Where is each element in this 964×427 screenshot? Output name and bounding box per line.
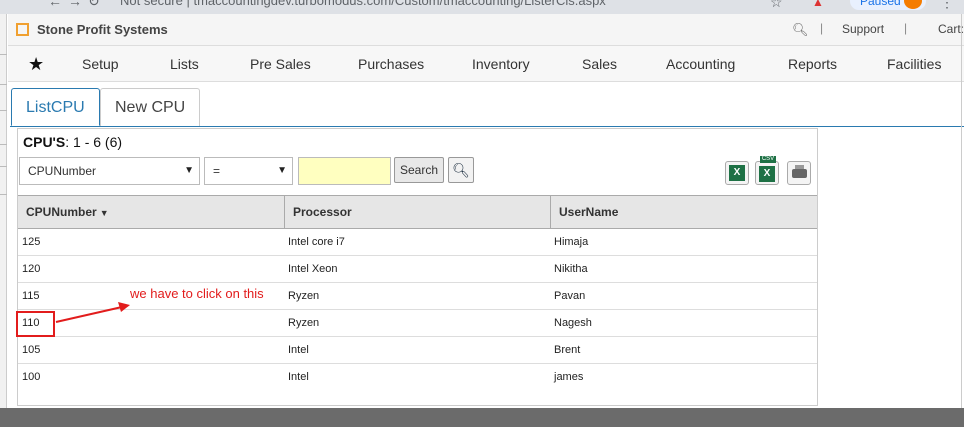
nav-purchases[interactable]: Purchases bbox=[358, 46, 424, 82]
nav-inventory[interactable]: Inventory bbox=[472, 46, 530, 82]
bottom-bar bbox=[0, 408, 964, 427]
tab-underline bbox=[10, 126, 964, 127]
app-title: Stone Profit Systems bbox=[37, 22, 168, 37]
table-header: CPUNumber ▼ Processor UserName bbox=[18, 195, 817, 229]
cell-processor: Ryzen bbox=[288, 290, 320, 302]
table-row[interactable]: 120 Intel Xeon Nikitha bbox=[18, 256, 817, 283]
support-link[interactable]: Support bbox=[842, 22, 884, 36]
cell-processor: Ryzen bbox=[288, 317, 320, 329]
cell-processor: Intel Xeon bbox=[288, 263, 338, 275]
table-row[interactable]: 110 Ryzen Nagesh bbox=[18, 310, 817, 337]
reload-icon[interactable]: ↻ bbox=[88, 0, 100, 10]
cell-cpunumber[interactable]: 120 bbox=[18, 256, 40, 283]
tab-new-cpu[interactable]: New CPU bbox=[100, 88, 201, 126]
favorites-star-icon[interactable]: ★ bbox=[28, 46, 44, 82]
cpu-list-panel: CPU'S: 1 - 6 (6) CPUNumber ▼ = ▼ Search … bbox=[17, 128, 818, 406]
column-header-cpunumber[interactable]: CPUNumber ▼ bbox=[18, 196, 285, 229]
column-header-label: Processor bbox=[293, 205, 352, 219]
back-icon[interactable]: ← bbox=[48, 0, 62, 9]
panel-title: CPU'S: 1 - 6 (6) bbox=[23, 134, 122, 150]
cell-username: Brent bbox=[554, 344, 581, 356]
search-icon[interactable]: 🔍︎ bbox=[792, 22, 809, 38]
column-header-username[interactable]: UserName bbox=[551, 196, 817, 229]
excel-icon: X bbox=[729, 165, 745, 181]
extension-icon[interactable]: ▲ bbox=[812, 0, 824, 9]
forward-icon[interactable]: → bbox=[68, 0, 82, 9]
cell-cpunumber[interactable]: 125 bbox=[18, 229, 40, 256]
chevron-down-icon: ▼ bbox=[277, 165, 287, 176]
print-button[interactable] bbox=[787, 161, 811, 185]
cell-username: Himaja bbox=[554, 236, 589, 248]
filter-operator-select[interactable]: = ▼ bbox=[204, 157, 293, 185]
cell-processor: Intel core i7 bbox=[288, 236, 345, 248]
table-row[interactable]: 105 Intel Brent bbox=[18, 337, 817, 364]
nav-reports[interactable]: Reports bbox=[788, 46, 837, 82]
bookmark-star-icon[interactable]: ☆ bbox=[770, 0, 783, 11]
column-header-label: UserName bbox=[559, 205, 619, 219]
sort-desc-icon: ▼ bbox=[99, 208, 109, 218]
panel-title-name: CPU'S bbox=[23, 134, 66, 150]
cell-cpunumber[interactable]: 115 bbox=[18, 283, 40, 310]
left-window-strip bbox=[0, 14, 7, 414]
nav-facilities[interactable]: Facilities bbox=[887, 46, 941, 82]
cell-username: Pavan bbox=[554, 290, 586, 302]
nav-lists[interactable]: Lists bbox=[170, 46, 199, 82]
header-divider: | bbox=[904, 21, 908, 35]
table-row[interactable]: 100 Intel james bbox=[18, 364, 817, 391]
search-button[interactable]: Search bbox=[394, 157, 444, 183]
browser-toolbar: ← → ↻ Not secure | tmaccountingdev.turbo… bbox=[0, 0, 964, 14]
nav-accounting[interactable]: Accounting bbox=[666, 46, 735, 82]
cell-cpunumber[interactable]: 105 bbox=[18, 337, 40, 364]
annotation-highlight-box bbox=[16, 311, 55, 337]
filter-value-input[interactable] bbox=[298, 157, 391, 185]
column-header-label: CPUNumber bbox=[26, 205, 97, 219]
csv-icon-label: CSV bbox=[760, 156, 776, 163]
cell-processor: Intel bbox=[288, 371, 309, 383]
csv-icon: X bbox=[759, 166, 775, 182]
export-csv-button[interactable]: CSV X bbox=[755, 156, 779, 185]
table-body: 125 Intel core i7 Himaja 120 Intel Xeon … bbox=[18, 229, 817, 391]
app-header: Stone Profit Systems 🔍︎ | Support | Cart… bbox=[8, 14, 964, 46]
cell-username: james bbox=[554, 371, 584, 383]
filter-operator-value: = bbox=[213, 164, 221, 178]
filter-field-value: CPUNumber bbox=[28, 164, 97, 178]
printer-icon bbox=[792, 165, 807, 178]
nav-pre-sales[interactable]: Pre Sales bbox=[250, 46, 311, 82]
main-nav: ★ Setup Lists Pre Sales Purchases Invent… bbox=[8, 46, 964, 82]
table-row[interactable]: 125 Intel core i7 Himaja bbox=[18, 229, 817, 256]
filter-field-select[interactable]: CPUNumber ▼ bbox=[19, 157, 200, 185]
panel-title-range: : 1 - 6 (6) bbox=[65, 134, 123, 150]
logo-icon bbox=[16, 23, 29, 36]
nav-setup[interactable]: Setup bbox=[82, 46, 119, 82]
tab-list-cpu[interactable]: ListCPU bbox=[11, 88, 100, 126]
column-header-processor[interactable]: Processor bbox=[285, 196, 551, 229]
cell-processor: Intel bbox=[288, 344, 309, 356]
header-divider: | bbox=[820, 21, 824, 35]
cell-username: Nagesh bbox=[554, 317, 592, 329]
export-excel-button[interactable]: X bbox=[725, 161, 749, 185]
chevron-down-icon: ▼ bbox=[184, 165, 194, 176]
annotation-text: we have to click on this bbox=[130, 286, 264, 301]
nav-sales[interactable]: Sales bbox=[582, 46, 617, 82]
advanced-search-icon[interactable]: 🔍︎ bbox=[448, 157, 474, 183]
window-edge bbox=[961, 14, 962, 408]
cell-username: Nikitha bbox=[554, 263, 588, 275]
cell-cpunumber[interactable]: 100 bbox=[18, 364, 40, 391]
address-bar[interactable]: Not secure | tmaccountingdev.turbomodus.… bbox=[120, 0, 606, 8]
browser-menu-icon[interactable]: ⋮ bbox=[940, 0, 954, 11]
